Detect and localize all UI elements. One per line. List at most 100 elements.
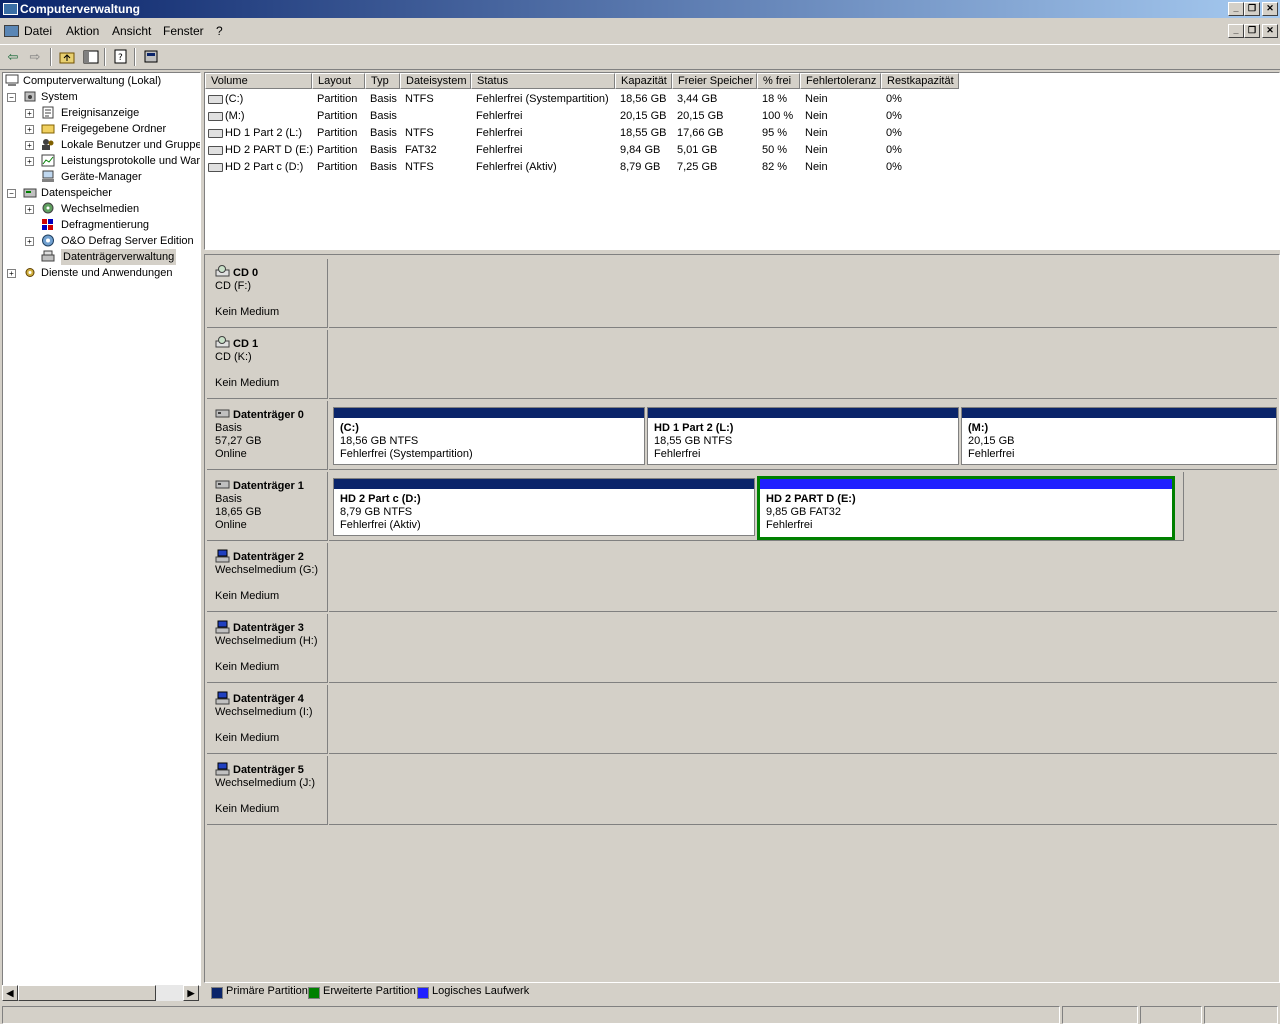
volume-row-cell: 20,15 GB bbox=[677, 110, 724, 122]
disk-type: Wechselmedium (G:) bbox=[215, 564, 319, 576]
help-icon[interactable] bbox=[142, 48, 160, 65]
menu-fenster[interactable]: Fenster bbox=[163, 24, 204, 38]
close-icon[interactable]: ✕ bbox=[1262, 2, 1278, 16]
partition-title: (M:) bbox=[968, 422, 989, 434]
volume-drive-icon bbox=[208, 163, 223, 172]
legend-extended: Erweiterte Partition bbox=[323, 985, 416, 997]
partition-status: Fehlerfrei (Aktiv) bbox=[340, 519, 421, 531]
column-header-capacity[interactable]: Kapazität bbox=[615, 73, 672, 89]
expand-icon[interactable]: + bbox=[25, 125, 34, 134]
show-hide-tree-icon[interactable] bbox=[82, 48, 100, 65]
partition-color-bar bbox=[334, 479, 754, 489]
tree-horizontal-scrollbar[interactable]: ◀ ▶ bbox=[2, 985, 199, 1001]
volume-row-cell: 18,56 GB bbox=[620, 93, 667, 105]
tree-label: Datenspeicher bbox=[41, 187, 112, 199]
forward-icon[interactable]: ⇨ bbox=[26, 48, 44, 65]
properties-icon[interactable]: ? bbox=[112, 48, 130, 65]
removable-disk-icon bbox=[215, 620, 230, 634]
back-icon[interactable]: ⇦ bbox=[4, 48, 22, 65]
legend-primary: Primäre Partition bbox=[226, 985, 308, 997]
volume-row-cell: Basis bbox=[370, 93, 397, 105]
expand-icon[interactable]: + bbox=[25, 109, 34, 118]
volume-row-name[interactable]: HD 2 PART D (E:) bbox=[225, 142, 313, 159]
column-header-overhead[interactable]: Restkapazität bbox=[881, 73, 959, 89]
disk-label-5[interactable]: Datenträger 3 Wechselmedium (H:) Kein Medi… bbox=[207, 614, 328, 683]
partition-2-1[interactable]: HD 1 Part 2 (L:) 18,55 GB NTFS Fehlerfrei bbox=[647, 407, 959, 465]
disk-name: CD 1 bbox=[233, 338, 259, 350]
partition-3-1[interactable]: HD 2 PART D (E:) 9,85 GB FAT32 Fehlerfrei bbox=[757, 476, 1175, 540]
partition-color-bar bbox=[648, 408, 958, 418]
device-manager-icon bbox=[41, 170, 55, 183]
column-header-free-space[interactable]: Freier Speicher bbox=[672, 73, 757, 89]
column-header-status[interactable]: Status bbox=[471, 73, 615, 89]
menu-bar: Datei Aktion Ansicht Fenster ? _ ❐ ✕ bbox=[0, 20, 1280, 42]
removable-disk-icon bbox=[215, 549, 230, 563]
restore-icon[interactable]: ❐ bbox=[1244, 2, 1260, 16]
disk-label-3[interactable]: Datenträger 1 Basis 18,65 GB Online bbox=[207, 472, 328, 541]
expand-icon[interactable]: + bbox=[25, 157, 34, 166]
disk-status: Kein Medium bbox=[215, 590, 280, 602]
partition-status: Fehlerfrei (Systempartition) bbox=[340, 448, 473, 460]
menu-aktion[interactable]: Aktion bbox=[66, 24, 99, 38]
status-pane-main bbox=[2, 1006, 1060, 1024]
disk-label-6[interactable]: Datenträger 4 Wechselmedium (I:) Kein Medi… bbox=[207, 685, 328, 754]
tree-label: Computerverwaltung (Lokal) bbox=[23, 75, 162, 87]
column-header-percent-free[interactable]: % frei bbox=[757, 73, 800, 89]
column-header-volume[interactable]: Volume bbox=[205, 73, 312, 89]
disk-status: Online bbox=[215, 448, 247, 460]
scroll-thumb[interactable] bbox=[18, 985, 156, 1001]
disk-type: Wechselmedium (J:) bbox=[215, 777, 316, 789]
volume-row-cell: Basis bbox=[370, 161, 397, 173]
child-close-icon[interactable]: ✕ bbox=[1262, 24, 1278, 38]
child-minimize-icon[interactable]: _ bbox=[1228, 24, 1244, 38]
up-folder-icon[interactable] bbox=[58, 48, 76, 65]
scroll-right-icon[interactable]: ▶ bbox=[183, 985, 199, 1001]
partition-3-0[interactable]: HD 2 Part c (D:) 8,79 GB NTFS Fehlerfrei (… bbox=[333, 478, 755, 536]
disk-name: Datenträger 4 bbox=[233, 693, 304, 705]
menu-ansicht[interactable]: Ansicht bbox=[112, 24, 151, 38]
scroll-left-icon[interactable]: ◀ bbox=[2, 985, 18, 1001]
disk-name: Datenträger 1 bbox=[233, 480, 304, 492]
disk-label-2[interactable]: Datenträger 0 Basis 57,27 GB Online bbox=[207, 401, 328, 470]
computer-icon bbox=[5, 74, 19, 87]
legend-logical: Logisches Laufwerk bbox=[432, 985, 530, 997]
column-header-type[interactable]: Typ bbox=[365, 73, 400, 89]
disk-body-5 bbox=[329, 614, 1277, 683]
expand-icon[interactable]: + bbox=[7, 269, 16, 278]
console-icon[interactable] bbox=[4, 25, 19, 37]
disk-graphical-view: CD 0 CD (F:) Kein Medium CD 1 CD (K:) Kein Me… bbox=[204, 254, 1280, 983]
volume-row-name[interactable]: HD 2 Part c (D:) bbox=[225, 159, 303, 176]
expand-icon[interactable]: + bbox=[25, 141, 34, 150]
disk-status: Kein Medium bbox=[215, 377, 280, 389]
disk-label-7[interactable]: Datenträger 5 Wechselmedium (J:) Kein Medi… bbox=[207, 756, 328, 825]
partition-size: 8,79 GB NTFS bbox=[340, 506, 413, 518]
partition-2-0[interactable]: (C:) 18,56 GB NTFS Fehlerfrei (Systemparti… bbox=[333, 407, 645, 465]
collapse-icon[interactable]: − bbox=[7, 93, 16, 102]
volume-row-name[interactable]: HD 1 Part 2 (L:) bbox=[225, 125, 302, 142]
volume-row-name[interactable]: (C:) bbox=[225, 91, 243, 108]
disk-size: 18,65 GB bbox=[215, 506, 262, 518]
column-header-filesystem[interactable]: Dateisystem bbox=[400, 73, 471, 89]
expand-icon[interactable]: + bbox=[25, 205, 34, 214]
menu-datei[interactable]: Datei bbox=[24, 24, 52, 38]
oo-defrag-icon bbox=[41, 234, 55, 247]
child-restore-icon[interactable]: ❐ bbox=[1244, 24, 1260, 38]
column-header-layout[interactable]: Layout bbox=[312, 73, 365, 89]
column-header-fault-tolerance[interactable]: Fehlertoleranz bbox=[800, 73, 881, 89]
volume-row-cell: 50 % bbox=[762, 144, 788, 156]
volume-row-cell: Nein bbox=[805, 161, 828, 173]
expand-icon[interactable]: + bbox=[25, 237, 34, 246]
minimize-icon[interactable]: _ bbox=[1228, 2, 1244, 16]
removable-storage-icon bbox=[41, 202, 55, 215]
volume-row-name[interactable]: (M:) bbox=[225, 108, 245, 125]
toolbar-separator bbox=[104, 48, 106, 66]
collapse-icon[interactable]: − bbox=[7, 189, 16, 198]
volume-row-cell: 100 % bbox=[762, 110, 794, 122]
status-pane-4 bbox=[1204, 1006, 1278, 1024]
disk-label-4[interactable]: Datenträger 2 Wechselmedium (G:) Kein Medi… bbox=[207, 543, 328, 612]
menu-help[interactable]: ? bbox=[216, 24, 223, 38]
volume-drive-icon bbox=[208, 146, 223, 155]
partition-2-2[interactable]: (M:) 20,15 GB Fehlerfrei bbox=[961, 407, 1277, 465]
disk-label-1[interactable]: CD 1 CD (K:) Kein Medium bbox=[207, 330, 328, 399]
disk-label-0[interactable]: CD 0 CD (F:) Kein Medium bbox=[207, 259, 328, 328]
